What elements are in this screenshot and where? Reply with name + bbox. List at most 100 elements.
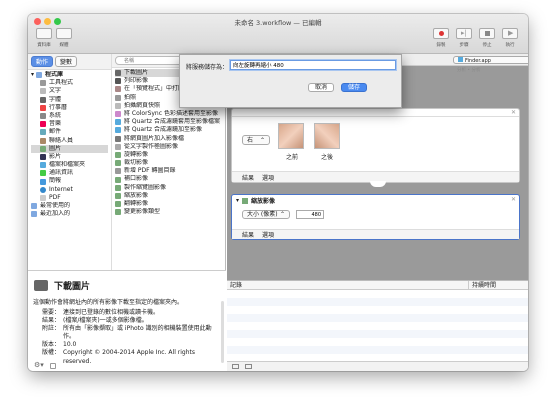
action-icon — [115, 111, 121, 118]
list-item[interactable]: 文字 — [31, 87, 108, 95]
action-item[interactable]: 將 Quartz 合成濾鏡套用至影像檔案 — [115, 118, 222, 126]
contacts-icon — [40, 137, 46, 144]
action-item[interactable]: 裁切影像 — [115, 159, 222, 167]
list-item[interactable]: 通訊資訊 — [31, 169, 108, 177]
tab-options[interactable]: 選項 — [262, 173, 274, 182]
list-item[interactable]: Internet — [31, 186, 108, 194]
duration-column[interactable]: 持續時間 — [469, 281, 496, 289]
detail-key: 結果： — [41, 317, 60, 325]
action-icon — [115, 135, 121, 142]
action-item[interactable]: 製作縮覽圖影像 — [115, 184, 222, 192]
action-item[interactable]: 翻轉影像 — [115, 200, 222, 208]
list-item[interactable]: 郵件 — [31, 128, 108, 136]
tab-result[interactable]: 結果 — [242, 173, 254, 182]
tab-options[interactable]: 選項 — [262, 230, 274, 239]
action-label: 將 ColorSync 色彩描述套用至影像 — [124, 109, 218, 117]
mail-icon — [40, 129, 46, 136]
action-icon — [115, 119, 121, 126]
description-scrollbar[interactable] — [221, 301, 224, 363]
action-label: 將 Quartz 合成濾鏡加至影像 — [124, 126, 202, 134]
step-label: 步驟 — [459, 43, 469, 48]
action-label: 從文字製作極圖影像 — [124, 142, 179, 150]
detail-value: (檔案/檔案夾)一或多個影像檔。 — [63, 317, 148, 325]
library-tabs: 動作 變數 — [28, 54, 111, 70]
list-item[interactable]: ▾ 程式庫 — [31, 71, 108, 79]
size-field[interactable] — [296, 210, 324, 219]
action-item[interactable]: 將網頁圖片加入影像檔 — [115, 135, 222, 143]
tab-actions[interactable]: 動作 — [31, 56, 54, 67]
detail-value: 10.0 — [63, 341, 77, 349]
run-icon: ▶ — [508, 29, 514, 37]
media-button[interactable] — [56, 28, 72, 39]
log-view-icon[interactable] — [245, 364, 252, 369]
smart-folder-icon — [31, 211, 37, 218]
detail-row: 版本： 10.0 — [38, 341, 218, 349]
action-item[interactable]: 縮放影像 — [115, 192, 222, 200]
tab-variables[interactable]: 變數 — [55, 56, 78, 67]
list-item[interactable]: 工具程式 — [31, 79, 108, 87]
action-icon — [115, 127, 121, 134]
list-item[interactable]: 最近加入的 — [31, 210, 108, 218]
action-item[interactable]: 將 Quartz 合成濾鏡加至影像 — [115, 126, 222, 134]
detail-key: 附註： — [41, 325, 60, 333]
list-item[interactable]: 圖片 — [31, 144, 108, 153]
list-item[interactable]: 檔案和檔案夾 — [31, 161, 108, 169]
description-details: 需要： 連接到已登錄的數位相機或讀卡機。 結果： (檔案/檔案夾)一或多個影像檔。 附註… — [38, 309, 218, 366]
stop-button[interactable] — [479, 28, 495, 39]
action-icon — [115, 102, 121, 109]
disclosure-triangle-icon[interactable]: ▾ — [236, 197, 239, 204]
scale-mode-select[interactable]: 大小 (像素) ⌃ — [242, 210, 290, 219]
detail-row: 結果： (檔案/檔案夾)一或多個影像檔。 — [38, 317, 218, 325]
finder-icon — [40, 162, 46, 169]
action-item[interactable]: 將 ColorSync 色彩描述套用至影像 — [115, 110, 222, 118]
action-item[interactable]: 補口影像 — [115, 175, 222, 183]
detail-row: 版權： Copyright © 2004-2014 Apple Inc. All … — [38, 349, 218, 365]
close-icon[interactable]: ✕ — [511, 109, 516, 116]
service-name-field[interactable] — [230, 60, 396, 70]
list-item[interactable]: 最常使用的 — [31, 202, 108, 210]
action-item[interactable]: 旋轉影像 — [115, 151, 222, 159]
library-toggle-button[interactable] — [36, 28, 52, 39]
list-item[interactable]: 系統 — [31, 112, 108, 120]
direction-select[interactable]: 右 ⌃ — [242, 135, 270, 145]
log-column[interactable]: 記錄 — [227, 281, 469, 289]
action-label: 拍攝網頁快照 — [124, 101, 161, 109]
list-item[interactable]: 行事曆 — [31, 104, 108, 112]
list-item[interactable]: 影片 — [31, 153, 108, 161]
scale-card-footer: 結果 選項 — [232, 229, 519, 239]
list-item[interactable]: 字體 — [31, 96, 108, 104]
run-button[interactable]: ▶ — [502, 28, 518, 39]
finder-select[interactable]: Finder.app⌃ — [453, 56, 528, 64]
action-item[interactable]: 變更影像類型 — [115, 208, 222, 216]
record-button[interactable] — [433, 28, 449, 39]
media-label: 媒體 — [59, 43, 69, 48]
list-view-icon[interactable] — [232, 364, 239, 369]
text-icon — [40, 88, 46, 95]
log-header: 記錄 持續時間 — [227, 281, 528, 290]
tab-result[interactable]: 結果 — [242, 230, 254, 239]
action-item[interactable]: 從文字製作極圖影像 — [115, 143, 222, 151]
action-label: 縮放影像 — [124, 191, 149, 199]
list-item[interactable]: PDF — [31, 194, 108, 202]
action-item[interactable]: 新增 PDF 轉圖目錄 — [115, 167, 222, 175]
detail-value: 所有由「影像擷取」或 iPhoto 識別的相機裝置使用此動作。 — [63, 325, 212, 341]
library-list: ▾ 程式庫 工具程式 文字 字體 行事曆 系統 音樂 郵件 聯絡人員 圖片 影片 … — [28, 70, 111, 219]
step-button[interactable]: ▸| — [456, 28, 472, 39]
connector-notch — [370, 181, 386, 187]
window-title: 未命名 3.workflow — 已編輯 — [234, 19, 322, 27]
messages-icon — [40, 170, 46, 177]
action-icon — [115, 143, 121, 150]
library-label: 資料庫 — [37, 43, 51, 48]
action-icon — [115, 160, 121, 167]
cancel-button[interactable]: 取消 — [308, 83, 334, 92]
gear-icon[interactable]: ⚙▾ — [34, 361, 44, 369]
list-item[interactable]: 音樂 — [31, 120, 108, 128]
list-item[interactable]: 聯絡人員 — [31, 137, 108, 145]
close-icon[interactable]: ✕ — [511, 196, 516, 203]
before-label: 之前 — [285, 154, 298, 161]
action-label: 變更影像類型 — [124, 208, 161, 216]
description-toggle-icon[interactable] — [50, 363, 56, 369]
save-button[interactable]: 儲存 — [341, 83, 367, 92]
list-item[interactable]: 簡報 — [31, 177, 108, 185]
record-label: 錄製 — [436, 43, 446, 48]
